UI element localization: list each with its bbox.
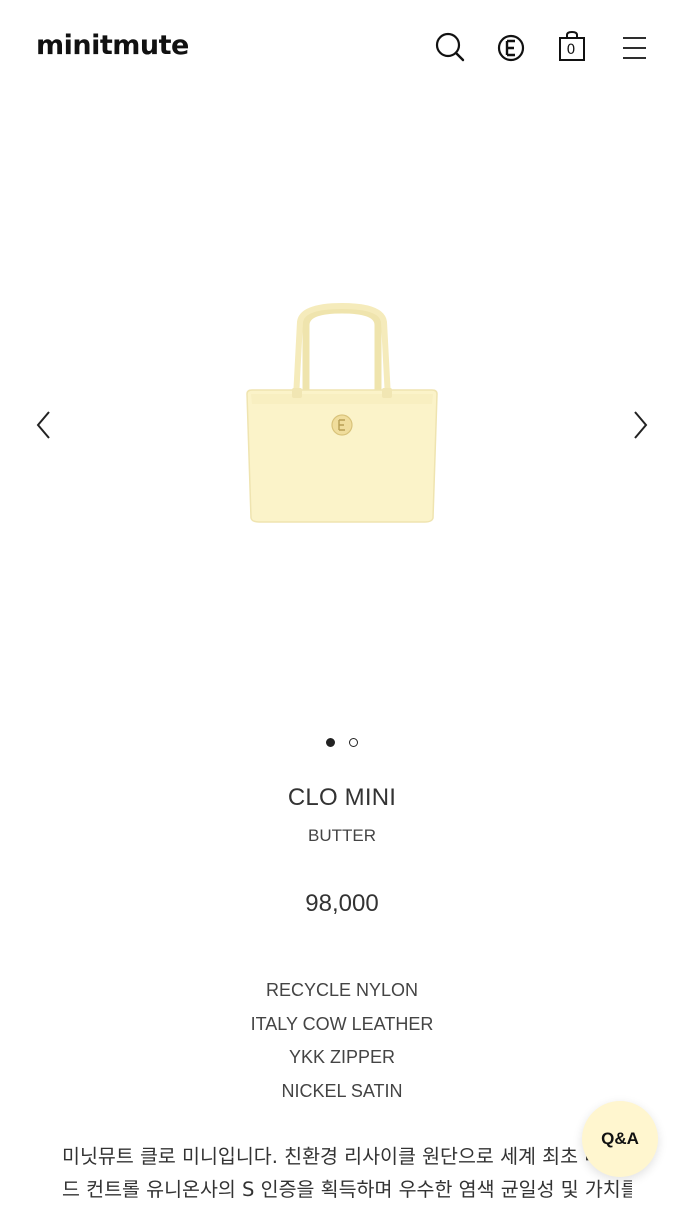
next-slide-arrow-icon[interactable] (628, 408, 652, 442)
previous-slide-arrow-icon[interactable] (32, 408, 56, 442)
carousel-dot-2[interactable] (349, 738, 359, 748)
materials-list: RECYCLE NYLON ITALY COW LEATHER YKK ZIPP… (0, 978, 684, 1112)
product-color: BUTTER (308, 826, 376, 845)
material-item: YKK ZIPPER (288, 1047, 396, 1067)
header: minitmute 0 (0, 0, 684, 100)
search-icon[interactable] (434, 30, 466, 64)
description-line: 미닛뮤트 클로 미니입니다. 친환경 리사이클 원단으로 세계 최초 네 (62, 1145, 603, 1168)
cart-count: 0 (566, 42, 576, 58)
menu-icon[interactable] (620, 30, 652, 64)
product-price: 98,000 (305, 890, 379, 917)
shopping-bag-icon[interactable]: 0 (558, 30, 590, 64)
carousel-pagination (0, 734, 684, 748)
product-image-carousel[interactable] (0, 100, 684, 720)
product-title: CLO MINI (287, 784, 397, 811)
e-brand-icon[interactable] (496, 30, 528, 64)
material-item: NICKEL SATIN (281, 1080, 403, 1101)
product-image (246, 302, 438, 523)
carousel-dot-1[interactable] (325, 738, 335, 748)
product-description: 미닛뮤트 클로 미니입니다. 친환경 리사이클 원단으로 세계 최초 네 드 컨… (62, 1140, 632, 1206)
qa-button[interactable]: Q&A (582, 1101, 658, 1177)
brand-logo[interactable]: minitmute (36, 30, 189, 61)
material-item: RECYCLE NYLON (265, 980, 419, 1000)
material-item: ITALY COW LEATHER (250, 1013, 434, 1034)
description-line: 드 컨트롤 유니온사의 S 인증을 획득하며 우수한 염색 균일성 및 가치를 (62, 1178, 632, 1201)
